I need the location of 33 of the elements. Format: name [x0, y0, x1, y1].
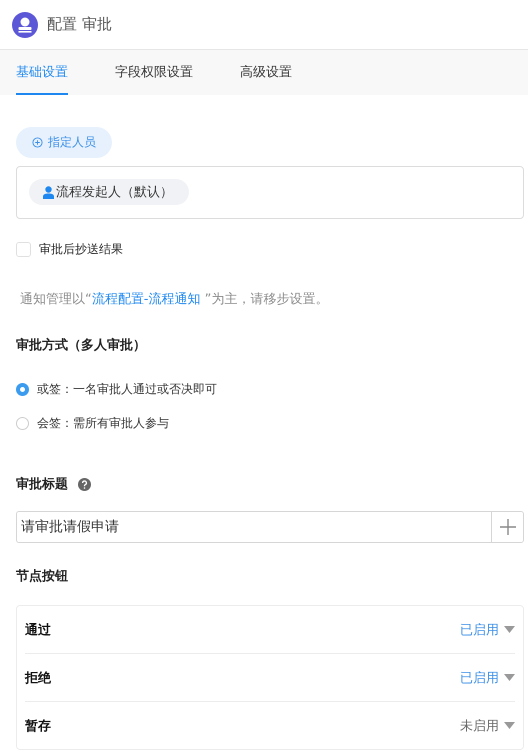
node-button-name: 暂存 — [25, 718, 51, 734]
stamp-avatar-icon — [12, 12, 38, 38]
assign-person-button[interactable]: 指定人员 — [16, 127, 112, 158]
add-circle-icon — [32, 137, 43, 148]
checkbox-label: 审批后抄送结果 — [39, 241, 123, 258]
plus-icon — [498, 518, 516, 536]
caret-icon — [504, 722, 515, 729]
caret-icon — [504, 674, 515, 681]
tab[interactable]: 字段权限设置 — [115, 50, 193, 95]
help-icon[interactable] — [78, 478, 91, 490]
caret-icon — [504, 626, 515, 633]
radio-button[interactable] — [16, 383, 29, 396]
checkbox[interactable] — [16, 242, 31, 257]
node-button-name: 通过 — [25, 622, 51, 638]
node-button-name: 拒绝 — [25, 670, 51, 686]
person-icon — [43, 186, 54, 198]
status-dropdown[interactable]: 已启用 — [460, 668, 515, 686]
window-title: 配置 审批 — [47, 15, 112, 34]
status-dropdown[interactable]: 未启用 — [460, 716, 515, 734]
radio-button[interactable] — [16, 417, 29, 430]
radio-label: 或签：一名审批人通过或否决即可 — [37, 381, 217, 398]
section-title: 审批方式（多人审批） — [16, 336, 147, 354]
status-dropdown[interactable]: 已启用 — [460, 620, 515, 638]
radio-label: 会签：需所有审批人参与 — [37, 415, 169, 432]
notice-link[interactable]: 流程配置-流程通知 — [92, 292, 200, 307]
section-title: 节点按钮 — [16, 568, 69, 585]
add-button[interactable] — [491, 511, 524, 543]
section-title: 审批标题 — [16, 476, 68, 493]
title-input-field[interactable]: 请审批请假申请 — [16, 511, 491, 543]
notice-text: 通知管理以“流程配置-流程通知 ”为主，请移步设置。 — [20, 291, 330, 308]
tab[interactable]: 基础设置 — [16, 50, 68, 95]
assignee-tag[interactable]: 流程发起人（默认） — [29, 179, 189, 205]
tab[interactable]: 高级设置 — [240, 50, 292, 95]
